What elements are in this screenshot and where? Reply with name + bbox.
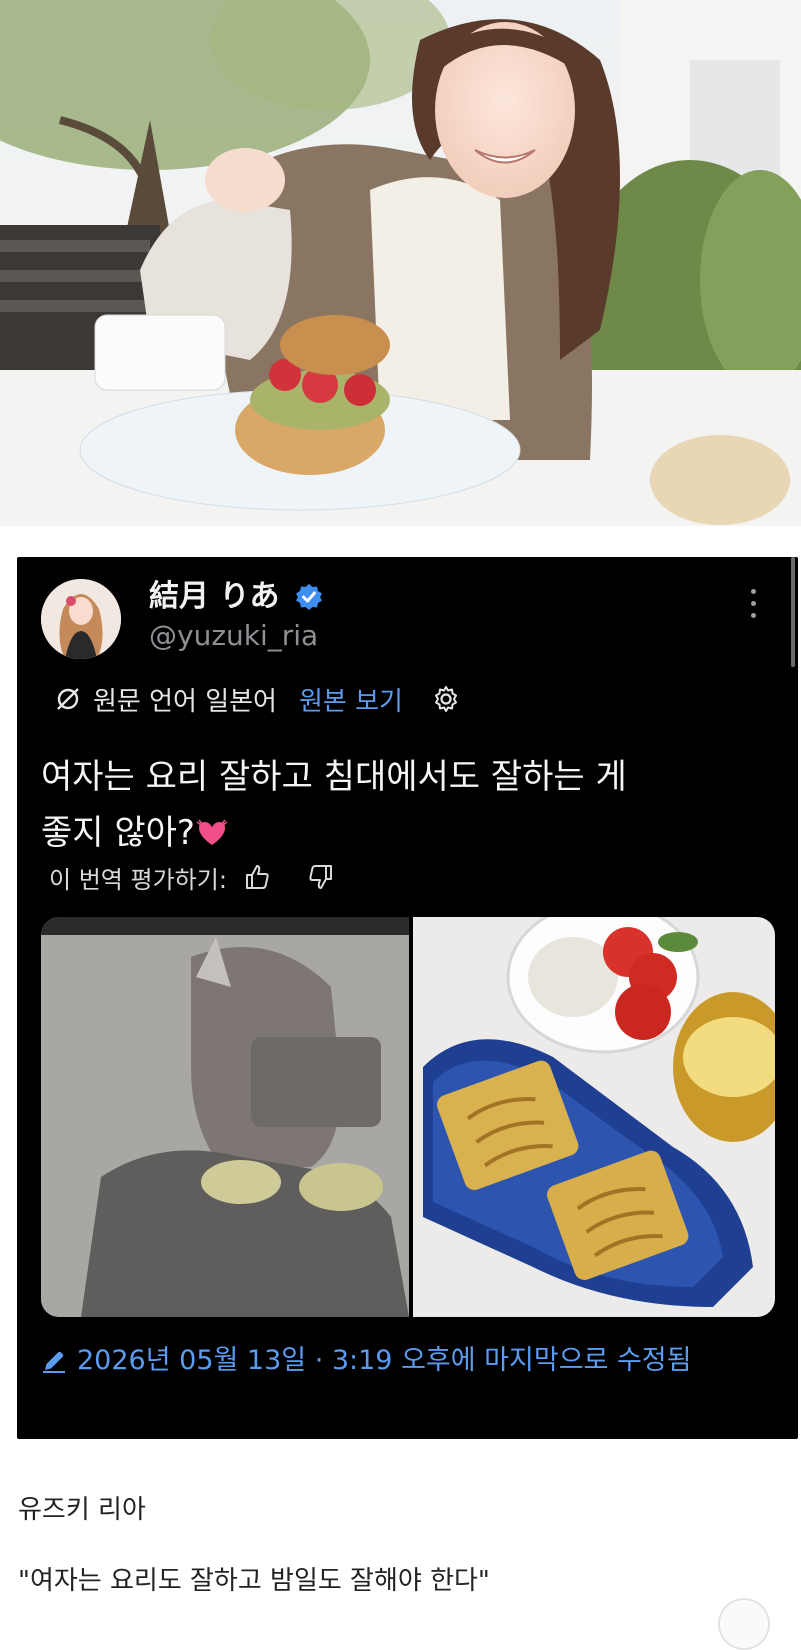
view-original-link[interactable]: 원본 보기 <box>299 681 403 718</box>
verified-badge-icon <box>295 583 323 611</box>
user-handle[interactable]: @yuzuki_ria <box>149 619 318 653</box>
last-edited[interactable]: 2026년 05월 13일 · 3:19 오후에 마지막으로 수정됨 <box>41 1343 691 1379</box>
thumbs-up-icon[interactable] <box>243 863 271 891</box>
display-name[interactable]: 結月 りあ <box>149 579 279 615</box>
tweet-line-2: 좋지 않아? <box>41 805 761 861</box>
pencil-icon <box>43 1351 65 1373</box>
avatar[interactable] <box>41 579 121 659</box>
more-options-icon[interactable] <box>751 589 761 629</box>
caption-author: 유즈키 리아 <box>18 1495 146 1525</box>
tweet-line-1: 여자는 요리 잘하고 침대에서도 잘하는 게 <box>41 757 627 797</box>
media-photo-meal[interactable] <box>413 917 775 1317</box>
tweet-text: 여자는 요리 잘하고 침대에서도 잘하는 게 좋지 않아? <box>41 749 761 861</box>
tweet-line-2-text: 좋지 않아? <box>41 813 195 853</box>
scrollbar[interactable] <box>791 557 795 667</box>
floating-button[interactable] <box>718 1598 770 1650</box>
caption-quote: "여자는 요리도 잘하고 밤일도 잘해야 한다" <box>18 1566 490 1596</box>
rate-translation-label: 이 번역 평가하기: <box>49 865 227 894</box>
translation-source-label: 원문 언어 일본어 <box>93 686 277 717</box>
tweet-media[interactable] <box>41 917 775 1317</box>
gear-icon[interactable] <box>431 684 461 714</box>
tweet-card: 結月 りあ @yuzuki_ria 원문 언어 일본어 원본 보기 여자는 요리… <box>17 557 798 1439</box>
translation-bar: 원문 언어 일본어 원본 보기 <box>53 679 461 719</box>
last-edited-text: 2026년 05월 13일 · 3:19 오후에 마지막으로 수정됨 <box>77 1345 692 1376</box>
heart-emoji-icon <box>196 819 228 845</box>
media-photo-microwave[interactable] <box>41 917 409 1317</box>
translate-off-icon <box>57 688 79 710</box>
hero-photo <box>0 0 801 526</box>
rate-translation: 이 번역 평가하기: <box>49 857 335 897</box>
thumbs-down-icon[interactable] <box>307 863 335 891</box>
